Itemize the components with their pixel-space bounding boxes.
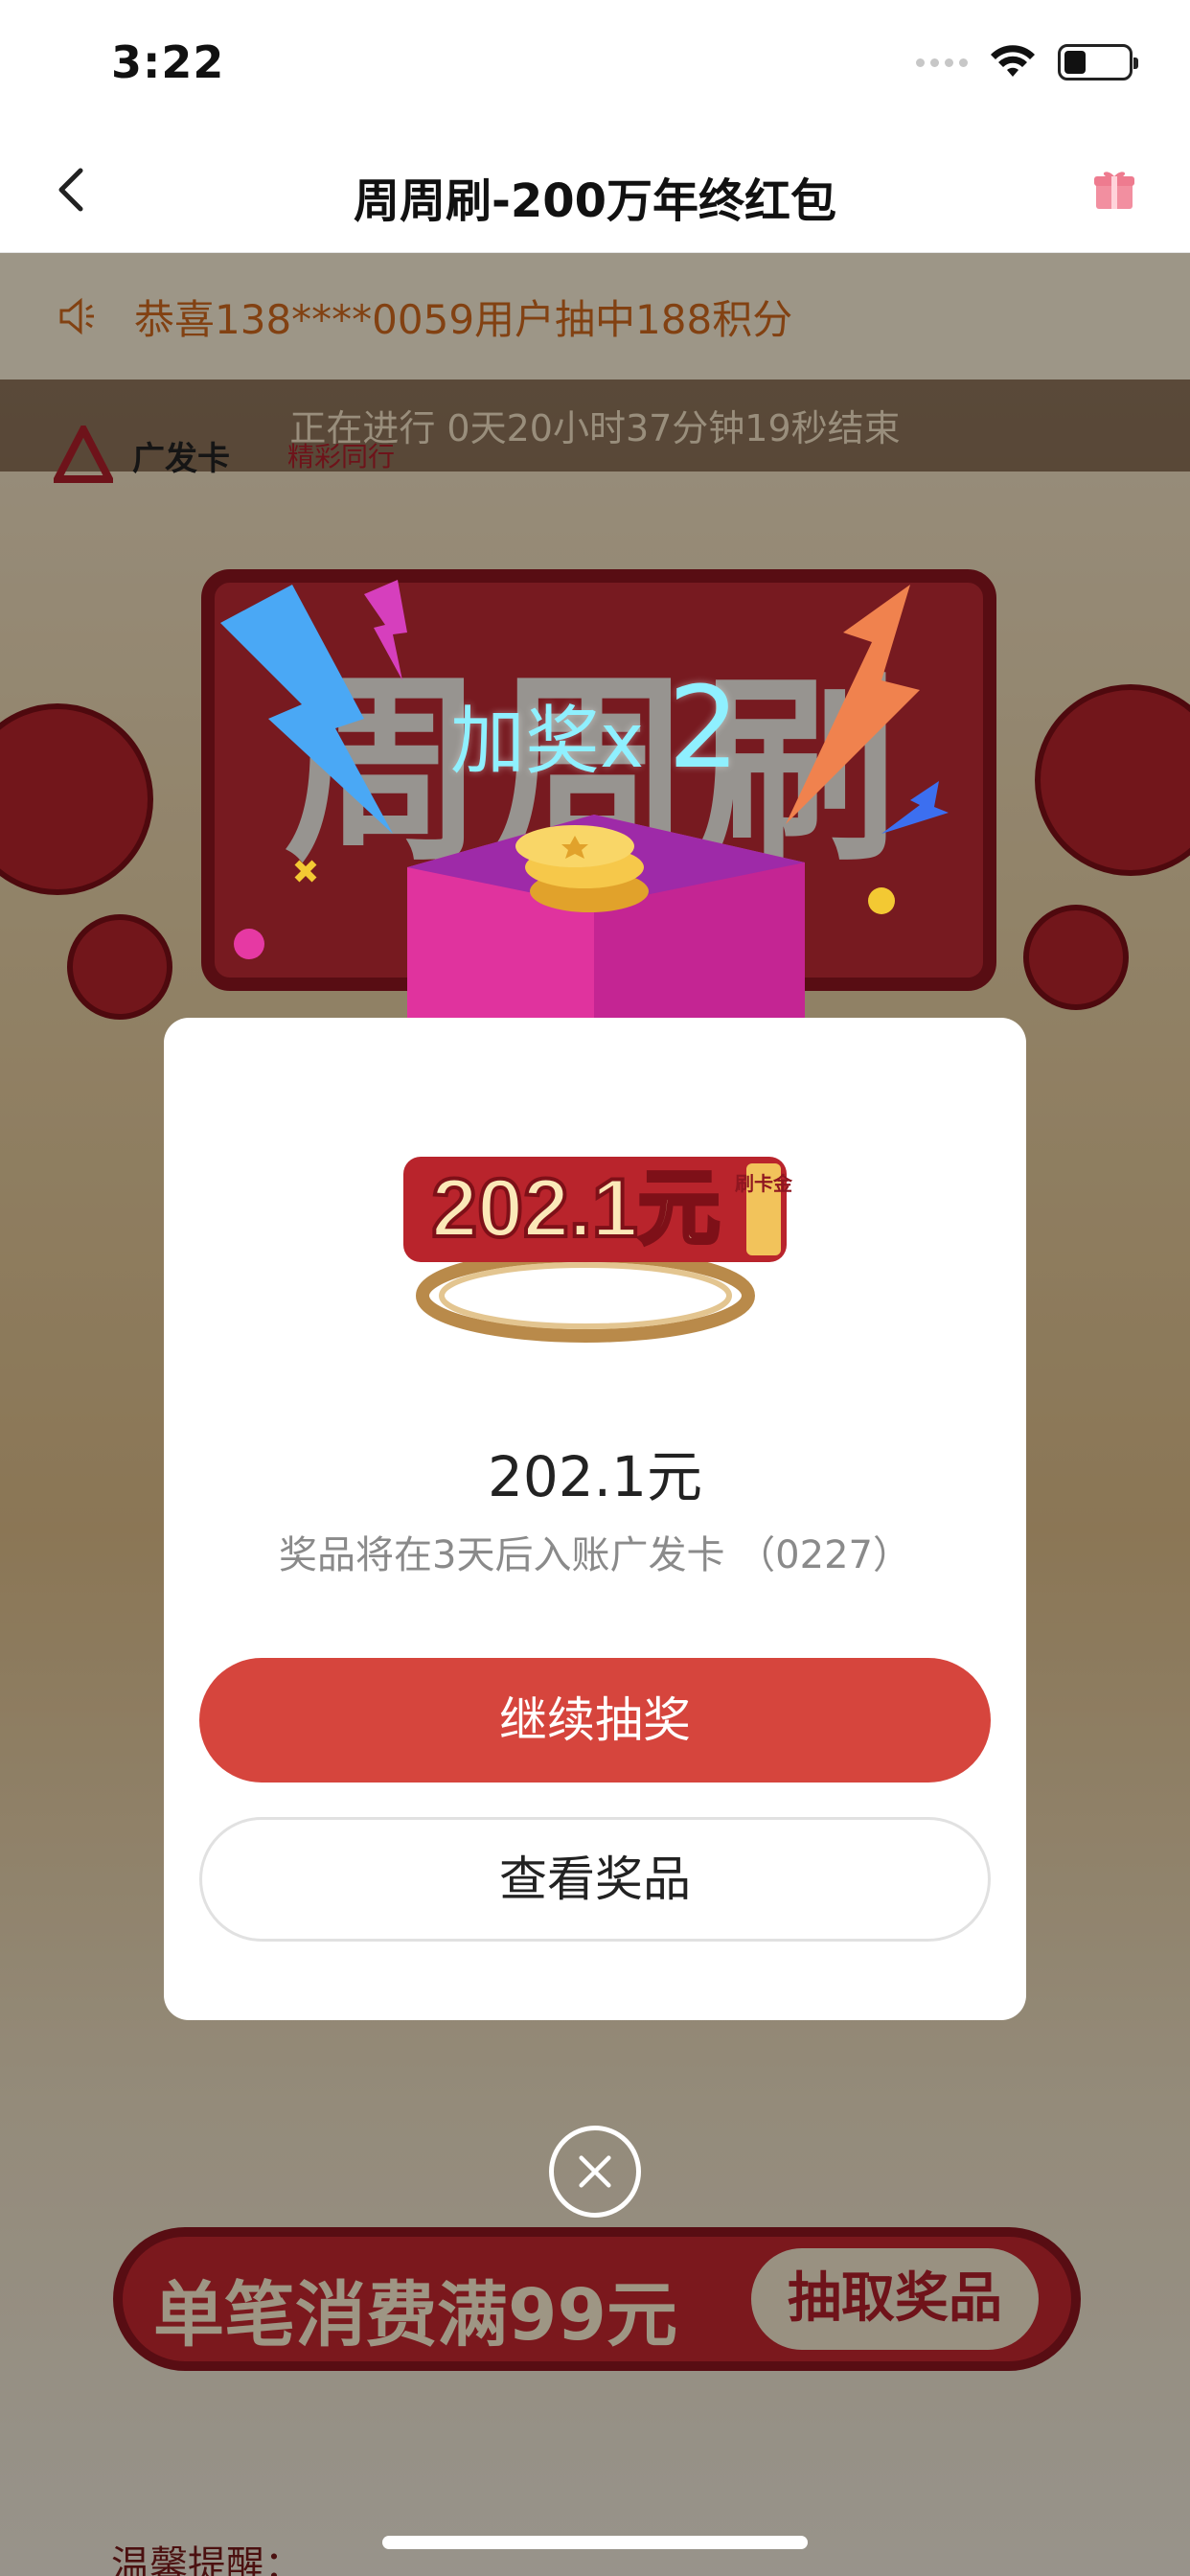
bonus-label: 加奖x bbox=[450, 699, 645, 785]
view-prize-button[interactable]: 查看奖品 bbox=[199, 1817, 991, 1942]
bonus-box-illustration bbox=[220, 580, 949, 1025]
page-title: 周周刷-200万年终红包 bbox=[353, 174, 837, 228]
prize-amount: 202.1元 bbox=[487, 1444, 703, 1509]
status-time: 3:22 bbox=[111, 36, 225, 88]
prize-modal: 202.1元 刷卡金 202.1元 奖品将在3天后入账广发卡 （0227） 继续… bbox=[164, 1018, 1026, 2020]
gift-icon[interactable] bbox=[1092, 167, 1136, 211]
wifi-icon bbox=[991, 45, 1035, 77]
signal-icon bbox=[916, 58, 968, 67]
prize-badge-illustration: 202.1元 刷卡金 bbox=[403, 1157, 793, 1343]
bonus-multiplier-text: 加奖x 2 bbox=[450, 661, 740, 794]
prize-art-badge: 刷卡金 bbox=[735, 1172, 793, 1195]
status-icons bbox=[916, 44, 1138, 80]
status-bar: 3:22 bbox=[0, 0, 1190, 126]
continue-draw-button[interactable]: 继续抽奖 bbox=[199, 1658, 991, 1782]
prize-art-value: 202.1元 bbox=[431, 1162, 720, 1254]
bonus-number: 2 bbox=[667, 661, 741, 794]
navigation-bar: 周周刷-200万年终红包 bbox=[0, 126, 1190, 253]
prize-note: 奖品将在3天后入账广发卡 （0227） bbox=[279, 1533, 911, 1577]
home-indicator[interactable] bbox=[382, 2536, 808, 2549]
battery-icon bbox=[1058, 44, 1138, 80]
close-icon[interactable] bbox=[549, 2126, 641, 2218]
